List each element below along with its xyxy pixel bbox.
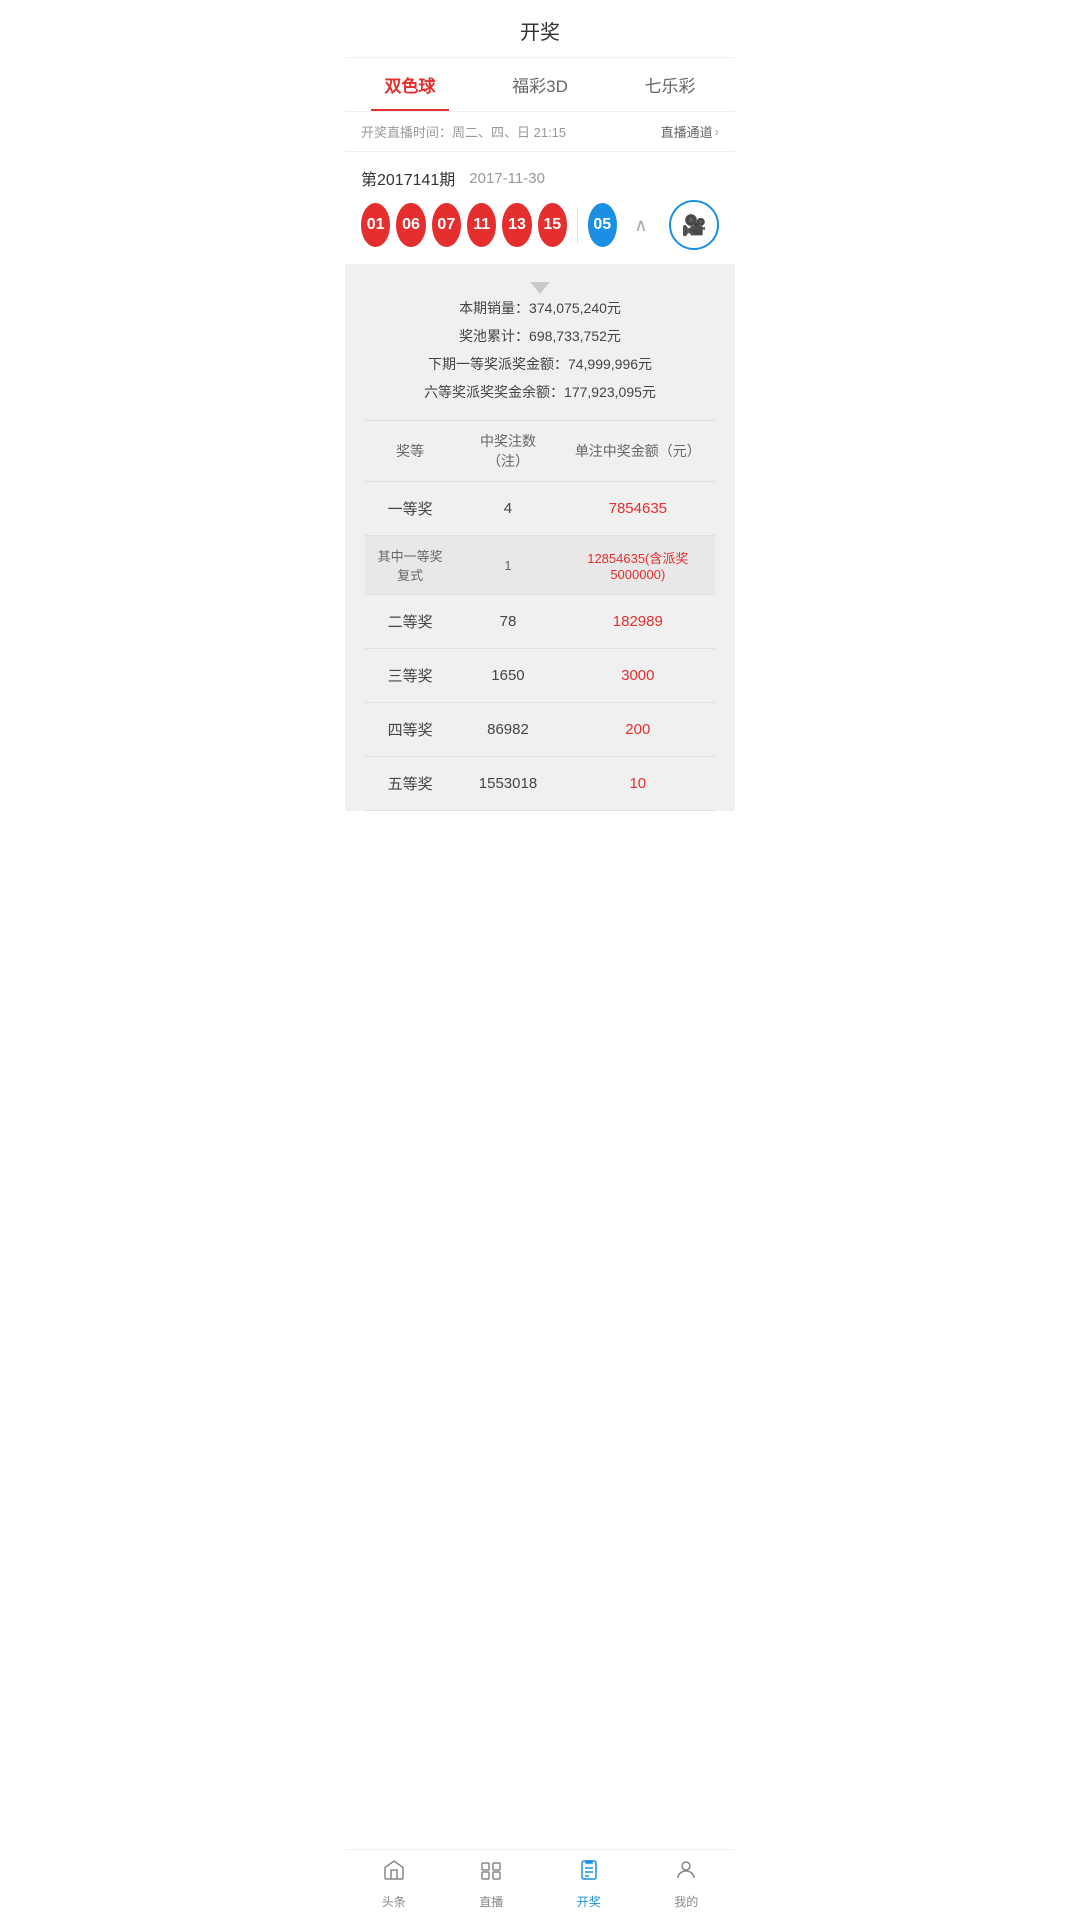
table-row-sub: 其中一等奖复式 1 12854635(含派奖5000000) xyxy=(365,536,715,595)
prize-amount: 10 xyxy=(561,757,715,811)
nav-lottery-label: 开奖 xyxy=(577,1893,601,1910)
prize-amount: 3000 xyxy=(561,649,715,703)
chevron-right-icon: › xyxy=(715,124,719,139)
col-prize-amount: 单注中奖金额（元） xyxy=(561,421,715,482)
table-row: 二等奖 78 182989 xyxy=(365,595,715,649)
red-ball-1: 01 xyxy=(361,203,390,247)
red-ball-3: 07 xyxy=(432,203,461,247)
nav-spacer xyxy=(345,811,735,881)
prize-name: 五等奖 xyxy=(365,757,455,811)
lottery-tabs: 双色球 福彩3D 七乐彩 xyxy=(345,58,735,112)
table-row: 一等奖 4 7854635 xyxy=(365,482,715,536)
sales-line3: 下期一等奖派奖金额：74,999,996元 xyxy=(365,350,715,378)
triangle-indicator xyxy=(530,282,550,294)
tab-qilecai[interactable]: 七乐彩 xyxy=(605,58,735,111)
red-ball-2: 06 xyxy=(396,203,425,247)
prize-amount: 7854635 xyxy=(561,482,715,536)
bottom-nav: 头条 直播 开奖 xyxy=(345,1849,735,1920)
live-bar: 开奖直播时间：周二、四、日 21:15 直播通道 › xyxy=(345,112,735,152)
prize-count: 1650 xyxy=(455,649,560,703)
red-ball-4: 11 xyxy=(467,203,496,247)
details-panel: 本期销量：374,075,240元 奖池累计：698,733,752元 下期一等… xyxy=(345,264,735,811)
draw-period: 第2017141期 2017-11-30 xyxy=(361,166,719,190)
draw-balls-row: 01 06 07 11 13 15 05 ∧ 🎥 xyxy=(361,200,719,264)
draw-actions: ∧ 🎥 xyxy=(623,200,719,250)
user-icon xyxy=(674,1858,698,1889)
nav-live[interactable]: 直播 xyxy=(443,1850,541,1920)
table-row: 四等奖 86982 200 xyxy=(365,703,715,757)
nav-mine-label: 我的 xyxy=(674,1893,698,1910)
home-icon xyxy=(382,1858,406,1889)
prize-count: 86982 xyxy=(455,703,560,757)
prize-name: 四等奖 xyxy=(365,703,455,757)
period-date: 2017-11-30 xyxy=(469,170,545,187)
col-prize-name: 奖等 xyxy=(365,421,455,482)
table-row: 五等奖 1553018 10 xyxy=(365,757,715,811)
prize-table-header: 奖等 中奖注数（注） 单注中奖金额（元） xyxy=(365,421,715,482)
tab-shuangseqiu[interactable]: 双色球 xyxy=(345,58,475,111)
sales-line4: 六等奖派奖奖金余额：177,923,095元 xyxy=(365,378,715,406)
red-ball-6: 15 xyxy=(538,203,567,247)
prize-count: 4 xyxy=(455,482,560,536)
ball-separator xyxy=(577,207,578,243)
live-link[interactable]: 直播通道 › xyxy=(661,122,719,141)
sub-prize-count: 1 xyxy=(455,536,560,595)
prize-amount: 182989 xyxy=(561,595,715,649)
prize-name: 二等奖 xyxy=(365,595,455,649)
sales-info: 本期销量：374,075,240元 奖池累计：698,733,752元 下期一等… xyxy=(365,294,715,406)
collapse-button[interactable]: ∧ xyxy=(623,207,659,243)
table-row: 三等奖 1650 3000 xyxy=(365,649,715,703)
sales-line2: 奖池累计：698,733,752元 xyxy=(365,322,715,350)
draw-section: 第2017141期 2017-11-30 01 06 07 11 13 15 0… xyxy=(345,152,735,264)
clipboard-icon xyxy=(577,1858,601,1889)
prize-name: 一等奖 xyxy=(365,482,455,536)
col-prize-count: 中奖注数（注） xyxy=(455,421,560,482)
sub-prize-name: 其中一等奖复式 xyxy=(365,536,455,595)
prize-count: 78 xyxy=(455,595,560,649)
nav-lottery[interactable]: 开奖 xyxy=(540,1850,638,1920)
period-number: 第2017141期 xyxy=(361,166,455,190)
video-icon: 🎥 xyxy=(682,213,707,238)
nav-mine[interactable]: 我的 xyxy=(638,1850,736,1920)
video-button[interactable]: 🎥 xyxy=(669,200,719,250)
tab-fucai3d[interactable]: 福彩3D xyxy=(475,58,605,111)
live-icon xyxy=(479,1858,503,1889)
page-header: 开奖 xyxy=(345,0,735,58)
nav-live-label: 直播 xyxy=(479,1893,503,1910)
red-ball-5: 13 xyxy=(502,203,531,247)
prize-amount: 200 xyxy=(561,703,715,757)
nav-headlines[interactable]: 头条 xyxy=(345,1850,443,1920)
prize-name: 三等奖 xyxy=(365,649,455,703)
page-title: 开奖 xyxy=(520,22,560,44)
live-time-text: 开奖直播时间：周二、四、日 21:15 xyxy=(361,122,566,141)
sales-line1: 本期销量：374,075,240元 xyxy=(365,294,715,322)
prize-count: 1553018 xyxy=(455,757,560,811)
nav-headlines-label: 头条 xyxy=(382,1893,406,1910)
sub-prize-amount: 12854635(含派奖5000000) xyxy=(561,536,715,595)
prize-table: 奖等 中奖注数（注） 单注中奖金额（元） 一等奖 4 7854635 其中一等奖… xyxy=(365,420,715,811)
blue-ball-1: 05 xyxy=(588,203,617,247)
